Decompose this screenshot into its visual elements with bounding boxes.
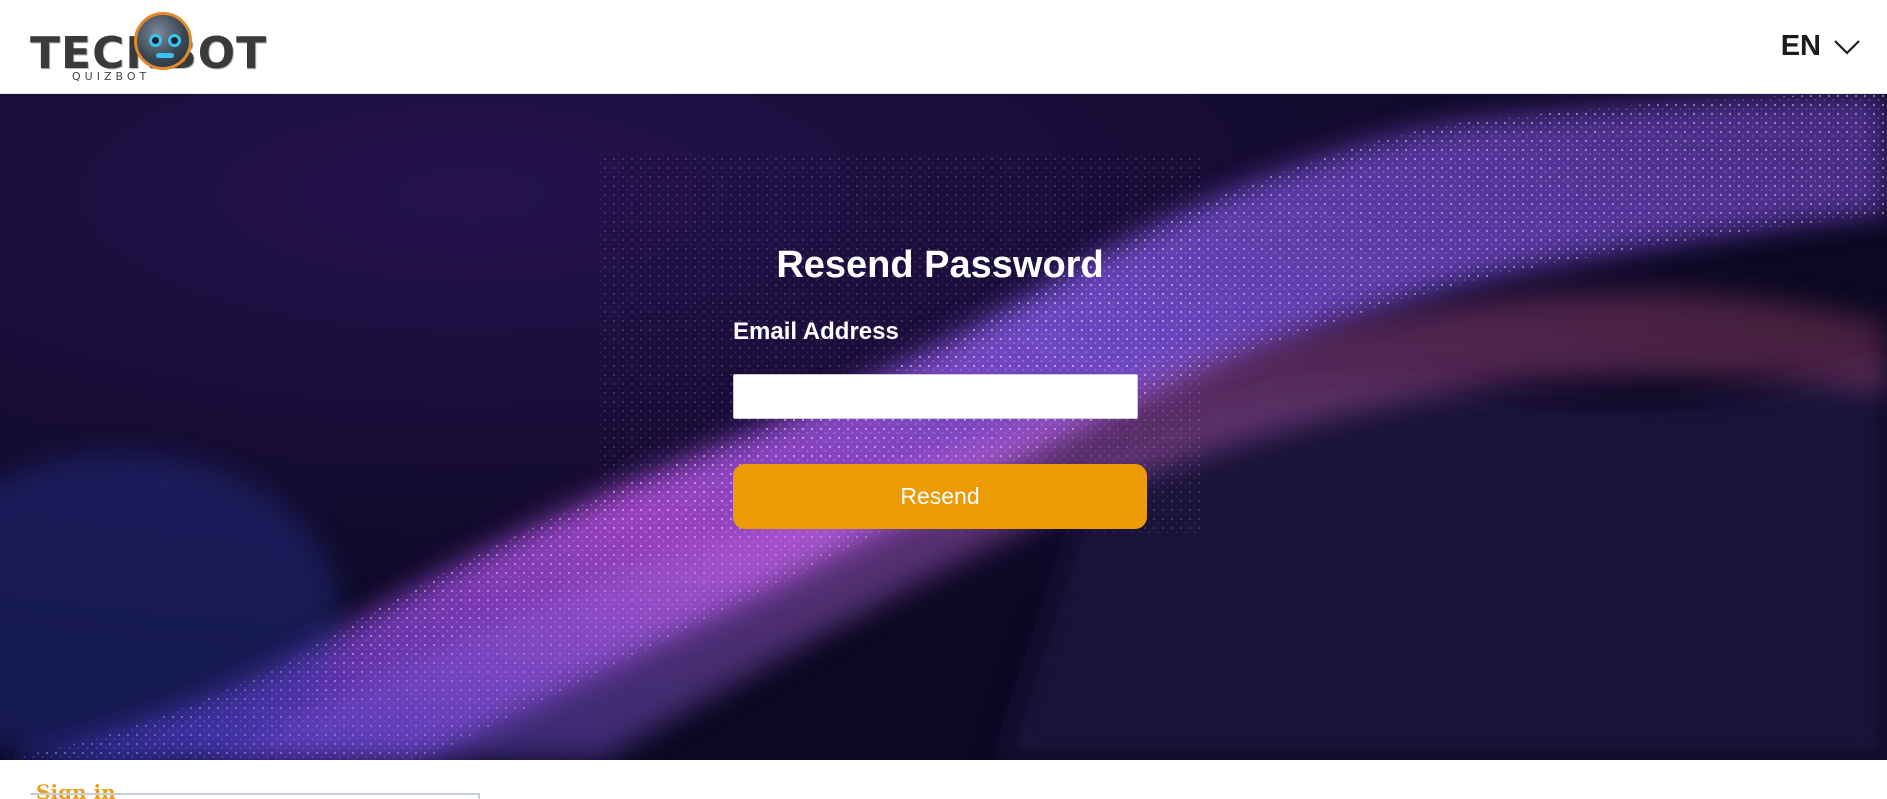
footer-frame (30, 793, 480, 799)
hero-section: Resend Password Email Address Resend (0, 94, 1887, 760)
logo-subtitle: QUIZBOT (72, 70, 151, 83)
techbot-logo[interactable]: TECHBOT QUIZBOT (30, 10, 266, 84)
particle-wave-background (0, 94, 1887, 760)
form-title: Resend Password (776, 244, 1104, 286)
email-field[interactable] (733, 374, 1138, 419)
language-label: EN (1780, 30, 1821, 62)
top-header: TECHBOT QUIZBOT EN (0, 0, 1887, 94)
language-selector[interactable]: EN (1781, 30, 1861, 63)
resend-button[interactable]: Resend (733, 464, 1147, 529)
chevron-down-icon (1833, 39, 1861, 55)
robot-logo-icon (134, 12, 192, 70)
footer-strip: Sign in (0, 760, 1887, 799)
email-label: Email Address (733, 318, 899, 345)
